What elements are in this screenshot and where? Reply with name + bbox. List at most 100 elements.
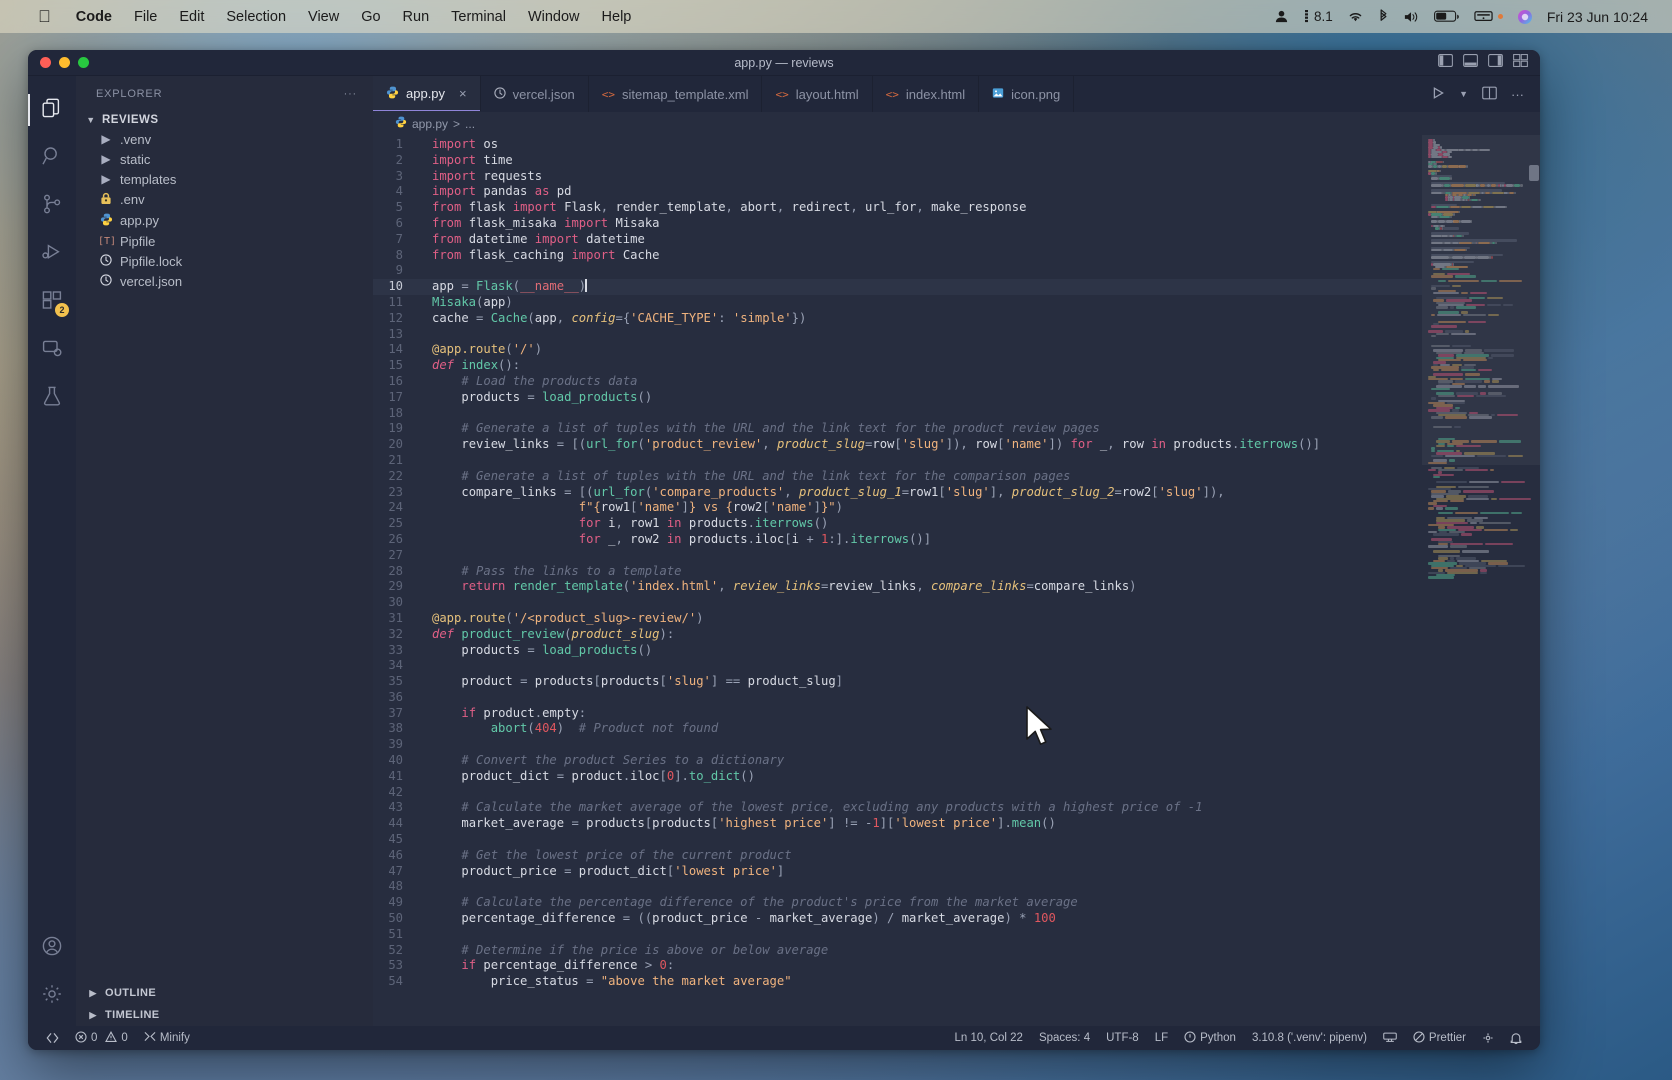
python-interpreter[interactable]: 3.10.8 ('.venv': pipenv) (1244, 1032, 1375, 1044)
wifi-icon[interactable] (1347, 10, 1364, 23)
code-line[interactable]: 21 (373, 453, 1422, 469)
breadcrumb-rest[interactable]: ... (465, 117, 475, 131)
more-actions-icon[interactable]: ··· (1511, 87, 1524, 102)
toggle-panel-icon[interactable] (1463, 53, 1478, 72)
code-line[interactable]: 29 return render_template('index.html', … (373, 579, 1422, 595)
siri-icon[interactable] (1517, 9, 1533, 25)
code-line[interactable]: 22 # Generate a list of tuples with the … (373, 469, 1422, 485)
toggle-secondary-sidebar-icon[interactable] (1488, 53, 1503, 72)
menu-item-view[interactable]: View (297, 9, 350, 25)
menu-item-file[interactable]: File (123, 9, 168, 25)
code-line[interactable]: 49 # Calculate the percentage difference… (373, 895, 1422, 911)
code-line[interactable]: 45 (373, 832, 1422, 848)
code-line[interactable]: 20 review_links = [(url_for('product_rev… (373, 437, 1422, 453)
sidebar-item-static[interactable]: ▶ static (76, 149, 373, 169)
open-remote-window-icon[interactable] (1375, 1032, 1405, 1044)
code-line[interactable]: 41 product_dict = product.iloc[0].to_dic… (373, 769, 1422, 785)
code-line[interactable]: 13 (373, 327, 1422, 343)
code-line[interactable]: 1 import os (373, 137, 1422, 153)
volume-icon[interactable] (1403, 10, 1420, 24)
menu-item-edit[interactable]: Edit (168, 9, 215, 25)
activitybar-item-run-and-debug[interactable] (28, 230, 76, 278)
code-line[interactable]: 23 compare_links = [(url_for('compare_pr… (373, 485, 1422, 501)
code-line[interactable]: 53 if percentage_difference > 0: (373, 958, 1422, 974)
code-line[interactable]: 42 (373, 785, 1422, 801)
menu-item-help[interactable]: Help (591, 9, 643, 25)
code-line[interactable]: 27 (373, 548, 1422, 564)
activitybar-item-source-control[interactable] (28, 182, 76, 230)
battery-percent-indicator[interactable]: 8.1 (1303, 9, 1333, 24)
code-line[interactable]: 6 from flask_misaka import Misaka (373, 216, 1422, 232)
code-line[interactable]: 30 (373, 595, 1422, 611)
code-line[interactable]: 31 @app.route('/<product_slug>-review/') (373, 611, 1422, 627)
code-line[interactable]: 11 Misaka(app) (373, 295, 1422, 311)
tab-vercel-json[interactable]: vercel.json (481, 76, 589, 112)
code-line[interactable]: 15 def index(): (373, 358, 1422, 374)
code-line[interactable]: 44 market_average = products[products['h… (373, 816, 1422, 832)
indentation-setting[interactable]: Spaces: 4 (1031, 1032, 1098, 1044)
apple-menu-icon[interactable]:  (38, 8, 51, 25)
code-line[interactable]: 36 (373, 690, 1422, 706)
language-mode[interactable]: Python (1176, 1030, 1244, 1046)
code-line[interactable]: 40 # Convert the product Series to a dic… (373, 753, 1422, 769)
encoding-setting[interactable]: UTF-8 (1098, 1032, 1147, 1044)
code-line[interactable]: 9 (373, 263, 1422, 279)
bluetooth-icon[interactable] (1378, 9, 1389, 24)
bell-icon[interactable] (1502, 1032, 1530, 1045)
split-editor-icon[interactable] (1482, 86, 1497, 103)
activitybar-item-search[interactable] (28, 134, 76, 182)
breadcrumb[interactable]: app.py > ... (373, 112, 1540, 135)
problems-indicator[interactable]: 0 0 (67, 1030, 136, 1046)
sidebar-item-vercel-json[interactable]: vercel.json (76, 271, 373, 291)
code-line[interactable]: 50 percentage_difference = ((product_pri… (373, 911, 1422, 927)
activitybar-item-testing[interactable] (28, 374, 76, 422)
toggle-primary-sidebar-icon[interactable] (1438, 53, 1453, 72)
tab-layout-html[interactable]: <> layout.html (762, 76, 873, 112)
menu-item-terminal[interactable]: Terminal (440, 9, 517, 25)
sidebar-section-timeline[interactable]: ▶ TIMELINE (76, 1004, 373, 1026)
menu-item-code[interactable]: Code (65, 9, 123, 25)
code-line[interactable]: 5 from flask import Flask, render_templat… (373, 200, 1422, 216)
sidebar-item-env[interactable]: .env (76, 189, 373, 210)
close-icon[interactable]: × (459, 86, 467, 101)
code-line[interactable]: 14 @app.route('/') (373, 342, 1422, 358)
code-line[interactable]: 48 (373, 879, 1422, 895)
menu-item-window[interactable]: Window (517, 9, 591, 25)
code-line[interactable]: 19 # Generate a list of tuples with the … (373, 421, 1422, 437)
activitybar-item-accounts[interactable] (28, 924, 76, 972)
menu-item-run[interactable]: Run (392, 9, 441, 25)
code-line[interactable]: 39 (373, 737, 1422, 753)
sidebar-section-reviews[interactable]: ▼ REVIEWS (76, 111, 373, 129)
minimap[interactable] (1422, 135, 1540, 1026)
breadcrumb-file[interactable]: app.py (412, 117, 448, 131)
remote-indicator-icon[interactable] (38, 1032, 67, 1044)
tab-sitemap-template-xml[interactable]: <> sitemap_template.xml (589, 76, 763, 112)
code-line[interactable]: 35 product = products[products['slug'] =… (373, 674, 1422, 690)
code-line[interactable]: 7 from datetime import datetime (373, 232, 1422, 248)
zoom-window-button[interactable] (78, 57, 89, 68)
activitybar-item-extensions[interactable]: 2 (28, 278, 76, 326)
activitybar-item-settings[interactable] (28, 972, 76, 1020)
close-window-button[interactable] (40, 57, 51, 68)
editor-scrollbar[interactable] (1529, 165, 1539, 181)
activitybar-item-remote-explorer[interactable] (28, 326, 76, 374)
code-line[interactable]: 26 for _, row2 in products.iloc[i + 1:].… (373, 532, 1422, 548)
cursor-position[interactable]: Ln 10, Col 22 (947, 1032, 1031, 1044)
editor-settings-icon[interactable] (1474, 1032, 1502, 1044)
minify-status-item[interactable]: Minify (136, 1031, 198, 1045)
minimize-window-button[interactable] (59, 57, 70, 68)
menu-item-selection[interactable]: Selection (215, 9, 297, 25)
sidebar-item-venv[interactable]: ▶ .venv (76, 129, 373, 149)
display-icon[interactable] (1474, 10, 1503, 24)
tab-index-html[interactable]: <> index.html (873, 76, 980, 112)
activitybar-item-explorer[interactable] (28, 86, 76, 134)
code-line[interactable]: 18 (373, 406, 1422, 422)
run-python-file-icon[interactable] (1431, 86, 1445, 103)
chevron-down-icon[interactable]: ▼ (1459, 89, 1468, 99)
code-line[interactable]: 52 # Determine if the price is above or … (373, 943, 1422, 959)
code-line[interactable]: 8 from flask_caching import Cache (373, 248, 1422, 264)
code-line[interactable]: 24 f"{row1['name']} vs {row2['name']}") (373, 500, 1422, 516)
code-line[interactable]: 33 products = load_products() (373, 643, 1422, 659)
customize-layout-icon[interactable] (1513, 53, 1528, 72)
sidebar-item-pipfile-lock[interactable]: Pipfile.lock (76, 251, 373, 271)
